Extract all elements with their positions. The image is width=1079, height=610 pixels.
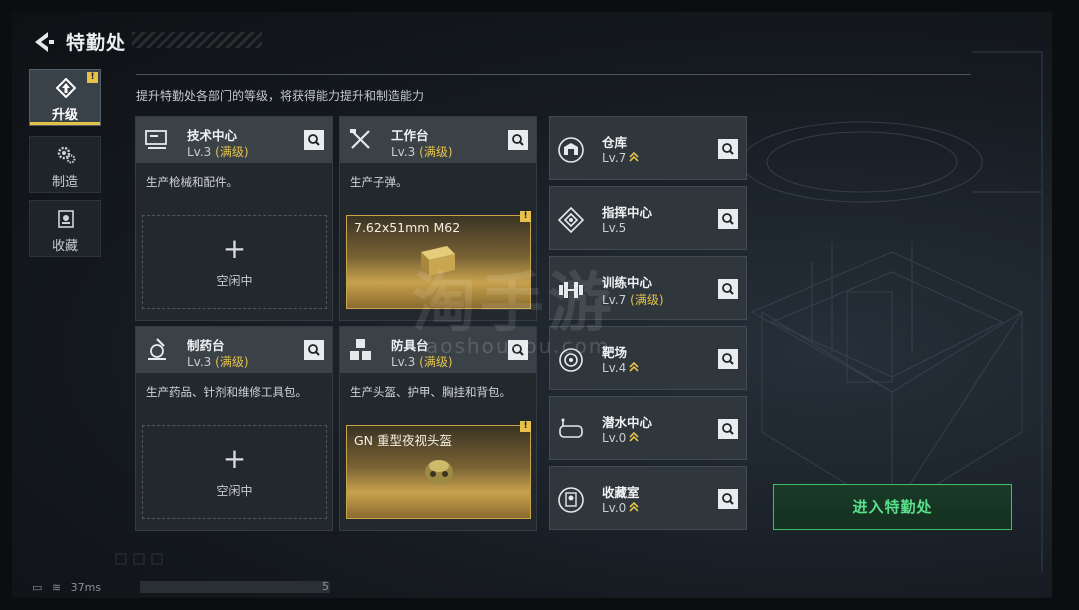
facility-row-collection-room[interactable]: 收藏室 Lv.0 <box>549 466 747 530</box>
tab-upgrade-label: 升级 <box>51 108 78 123</box>
search-icon[interactable] <box>304 340 324 360</box>
watermark-url: aoshouyou.com <box>426 334 611 358</box>
facility-name: 仓库 <box>602 135 628 150</box>
product-alert-badge: ! <box>520 211 531 222</box>
card-level: Lv.3 (满级) <box>391 145 453 159</box>
plus-icon: + <box>222 232 247 265</box>
status-bar: ▭ ≋ 37ms <box>32 581 101 594</box>
enter-special-ops-button[interactable]: 进入特勤处 <box>773 484 1012 530</box>
upgrade-chevron-icon <box>629 361 639 372</box>
tab-collection[interactable]: 收藏 <box>29 200 101 257</box>
facility-row-diving-center[interactable]: 潜水中心 Lv.0 <box>549 396 747 460</box>
title-decoration <box>132 32 262 48</box>
card-description: 生产子弹。 <box>350 175 408 189</box>
facility-row-warehouse[interactable]: 仓库 Lv.7 <box>549 116 747 180</box>
diving-mask-icon <box>559 418 583 438</box>
tab-craft-label: 制造 <box>51 175 78 190</box>
plus-icon: + <box>222 442 247 475</box>
tools-icon <box>350 129 370 149</box>
page-description: 提升特勤处各部门的等级，将获得能力提升和制造能力 <box>136 89 425 103</box>
tab-craft[interactable]: 制造 <box>29 136 101 193</box>
collection-icon <box>58 210 74 228</box>
upgrade-chevron-icon <box>629 501 639 512</box>
production-slot-idle[interactable]: + 空闲中 <box>142 425 327 519</box>
microscope-icon <box>148 338 166 360</box>
facility-name: 收藏室 <box>602 485 640 500</box>
header-divider <box>136 74 971 75</box>
product-name: 7.62x51mm M62 <box>354 220 461 235</box>
gears-icon <box>57 146 76 164</box>
product-alert-badge: ! <box>520 421 531 432</box>
search-icon[interactable] <box>304 130 324 150</box>
game-screen: 特勤处 升级 ! 制造 收藏 提升特勤处各部门的等级，将获得能力提升和制造能力 <box>12 12 1052 598</box>
warehouse-icon <box>558 137 584 163</box>
facility-level: Lv.5 <box>602 221 627 235</box>
search-icon[interactable] <box>718 209 738 229</box>
dept-card-pharmacy[interactable]: 制药台 Lv.3 (满级) 生产药品、针剂和维修工具包。 + 空闲中 <box>135 326 333 531</box>
dept-card-tech-center[interactable]: 技术中心 Lv.3 (满级) 生产枪械和配件。 + 空闲中 <box>135 116 333 321</box>
trophy-case-icon <box>558 487 584 513</box>
facility-level: Lv.4 <box>602 361 639 375</box>
card-title: 工作台 <box>391 128 429 143</box>
command-center-icon <box>557 206 585 234</box>
helmet-icon <box>425 460 453 484</box>
upgrade-icon <box>56 78 76 98</box>
ping-value: 37ms <box>70 581 102 594</box>
idle-label: 空闲中 <box>216 484 253 498</box>
product-name: GN 重型夜视头盔 <box>354 433 453 448</box>
tab-upgrade[interactable]: 升级 ! <box>29 69 101 126</box>
facility-row-command-center[interactable]: 指挥中心 Lv.5 <box>549 186 747 250</box>
upgrade-chevron-icon <box>629 151 639 162</box>
card-level: Lv.3 (满级) <box>187 145 249 159</box>
card-description: 生产药品、针剂和维修工具包。 <box>146 385 307 399</box>
card-header: 制药台 Lv.3 (满级) <box>136 327 332 373</box>
search-icon[interactable] <box>718 489 738 509</box>
card-title: 技术中心 <box>187 128 238 143</box>
upgrade-chevron-icon <box>629 431 639 442</box>
battery-icon: ▭ <box>32 581 43 594</box>
card-header: 技术中心 Lv.3 (满级) <box>136 117 332 163</box>
card-header: 工作台 Lv.3 (满级) <box>340 117 536 163</box>
search-icon[interactable] <box>718 279 738 299</box>
card-title: 制药台 <box>187 338 225 353</box>
facility-level: Lv.0 <box>602 501 639 515</box>
tab-alert-badge: ! <box>87 72 98 83</box>
search-icon[interactable] <box>508 130 528 150</box>
production-slot-idle[interactable]: + 空闲中 <box>142 215 327 309</box>
facility-level: Lv.7 <box>602 151 639 165</box>
page-title: 特勤处 <box>66 32 127 54</box>
facility-name: 指挥中心 <box>602 205 653 220</box>
wifi-icon: ≋ <box>51 581 62 594</box>
card-description: 生产枪械和配件。 <box>146 175 238 189</box>
back-arrow-icon[interactable] <box>32 30 56 54</box>
computer-icon <box>145 130 167 149</box>
search-icon[interactable] <box>718 419 738 439</box>
idle-label: 空闲中 <box>216 274 253 288</box>
search-icon[interactable] <box>718 139 738 159</box>
bottom-progress-bar <box>140 581 330 593</box>
tab-collection-label: 收藏 <box>51 239 78 254</box>
facility-level: Lv.0 <box>602 431 639 445</box>
card-description: 生产头盔、护甲、胸挂和背包。 <box>350 385 511 399</box>
facility-name: 潜水中心 <box>602 415 653 430</box>
cubes-icon <box>350 339 371 360</box>
search-icon[interactable] <box>718 349 738 369</box>
card-level: Lv.3 (满级) <box>187 355 249 369</box>
watermark-logo: 淘手游 <box>412 267 616 341</box>
production-slot-active[interactable]: GN 重型夜视头盔 ! <box>346 421 531 519</box>
tab-active-indicator <box>30 122 100 125</box>
bottom-counter: 5 <box>322 580 329 593</box>
